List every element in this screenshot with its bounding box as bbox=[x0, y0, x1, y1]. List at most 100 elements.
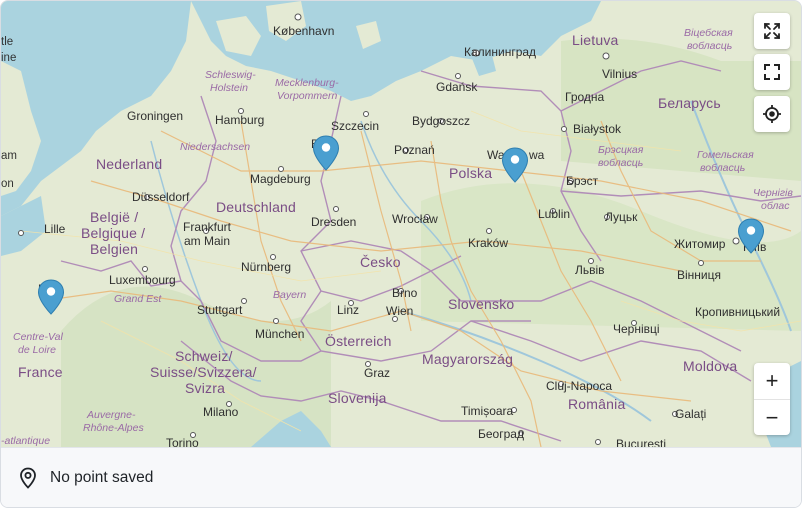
label-frankfurt-1: Frankfurt bbox=[183, 220, 232, 234]
marker-berlin[interactable] bbox=[312, 135, 340, 171]
map-view[interactable]: tle ine am on København Калининград Liet… bbox=[1, 1, 801, 447]
label-linz: Linz bbox=[337, 303, 360, 317]
label-gdansk: Gdańsk bbox=[436, 80, 478, 94]
map-widget: tle ine am on København Калининград Liet… bbox=[0, 0, 802, 508]
label-belgie-2: Belgique / bbox=[81, 225, 146, 241]
label-deutschland: Deutschland bbox=[216, 199, 297, 215]
fullscreen-icon bbox=[764, 64, 780, 80]
status-text: No point saved bbox=[50, 468, 154, 486]
label-romania: România bbox=[568, 396, 626, 412]
marker-kyiv[interactable] bbox=[737, 218, 765, 254]
label-magyarorszag: Magyarország bbox=[422, 351, 514, 367]
label-tle: tle bbox=[1, 36, 14, 48]
label-stuttgart: Stuttgart bbox=[197, 303, 243, 317]
label-dusseldorf: Düsseldorf bbox=[132, 190, 190, 204]
label-slovensko: Slovensko bbox=[448, 296, 515, 312]
label-schweiz-3: Svizra bbox=[185, 380, 226, 396]
label-schweiz-1: Schweiz/ bbox=[175, 348, 233, 364]
label-groningen: Groningen bbox=[127, 109, 184, 123]
label-frankfurt-2: am Main bbox=[184, 234, 231, 248]
label-kaliningrad: Калининград bbox=[464, 45, 537, 59]
label-grand-est: Grand Est bbox=[114, 293, 162, 305]
label-belgie-1: België / bbox=[90, 209, 139, 225]
label-lille: Lille bbox=[44, 222, 66, 236]
label-homiel-1: Гомельская bbox=[697, 149, 754, 161]
label-brno: Brno bbox=[392, 286, 418, 300]
label-graz: Graz bbox=[364, 366, 391, 380]
label-nurnberg: Nürnberg bbox=[241, 260, 292, 274]
label-vitsebskaya-1: Віцебская bbox=[684, 27, 733, 39]
label-brest: Брэст bbox=[566, 174, 599, 188]
label-schleswig-2: Holstein bbox=[210, 82, 248, 94]
label-szczecin: Szczecin bbox=[331, 119, 380, 133]
label-vinnytsia: Вінниця bbox=[677, 268, 721, 282]
fullscreen-button[interactable] bbox=[754, 54, 790, 90]
label-chernihiv-1: Чернігів bbox=[753, 187, 793, 199]
label-homiel-2: вобласць bbox=[700, 162, 746, 174]
label-torino: Torino bbox=[166, 436, 199, 447]
label-galati: Galați bbox=[675, 407, 707, 421]
label-schweiz-2: Suisse/Svizzera/ bbox=[150, 364, 257, 380]
label-chernivtsi: Чернівці bbox=[613, 322, 660, 336]
label-bucuresti: București bbox=[616, 437, 667, 447]
label-niedersachsen: Niedersachsen bbox=[180, 141, 251, 153]
label-polska: Polska bbox=[449, 165, 493, 181]
label-nederland: Nederland bbox=[96, 156, 163, 172]
locate-crosshair-icon bbox=[763, 105, 781, 123]
zoom-control: + − bbox=[754, 363, 790, 435]
label-centre-2: de Loire bbox=[18, 344, 56, 356]
status-bar: No point saved bbox=[1, 447, 801, 507]
label-zhytomyr: Житомир bbox=[674, 237, 726, 251]
label-osterreich: Österreich bbox=[325, 333, 392, 349]
label-dresden: Dresden bbox=[311, 215, 357, 229]
zoom-out-button[interactable]: − bbox=[754, 399, 790, 435]
label-vitsebskaya-2: вобласць bbox=[687, 40, 733, 52]
label-munchen: München bbox=[255, 327, 305, 341]
marker-paris[interactable] bbox=[37, 279, 65, 315]
label-belgie-3: Belgien bbox=[90, 241, 139, 257]
label-am: am bbox=[1, 150, 17, 162]
label-mecklenburg-1: Mecklenburg- bbox=[275, 77, 339, 89]
label-krakow: Kraków bbox=[468, 236, 509, 250]
label-slovenija: Slovenija bbox=[328, 390, 387, 406]
label-lutsk: Луцьк bbox=[605, 210, 638, 224]
label-bydgoszcz: Bydgoszcz bbox=[412, 114, 471, 128]
label-cluj: Cluj-Napoca bbox=[546, 379, 613, 393]
zoom-in-button[interactable]: + bbox=[754, 363, 790, 399]
label-wien: Wien bbox=[386, 304, 414, 318]
label-chernihiv-2: облас bbox=[761, 200, 790, 212]
label-cesko: Česko bbox=[360, 254, 401, 270]
label-lietuva: Lietuva bbox=[572, 32, 619, 48]
label-ine: ine bbox=[1, 52, 17, 64]
label-wroclaw: Wrocław bbox=[392, 212, 438, 226]
label-kropyvnytskyi: Кропивницький bbox=[695, 305, 781, 319]
label-timisoara: Timișoara bbox=[461, 404, 514, 418]
map-pin-icon bbox=[20, 467, 36, 489]
label-vilnius: Vilnius bbox=[602, 67, 638, 81]
expand-button[interactable] bbox=[754, 13, 790, 49]
label-beograd: Београд bbox=[478, 427, 524, 441]
label-auvergne-1: Auvergne- bbox=[87, 409, 136, 421]
label-belarus: Беларусь bbox=[658, 95, 721, 111]
label-moldova: Moldova bbox=[683, 358, 738, 374]
label-hamburg: Hamburg bbox=[215, 113, 265, 127]
label-poznan: Poznań bbox=[394, 143, 435, 157]
label-brest-region-1: Брэсцкая bbox=[598, 144, 644, 156]
label-brest-region-2: вобласць bbox=[598, 157, 644, 169]
label-on: on bbox=[1, 178, 14, 190]
marker-warszawa[interactable] bbox=[501, 147, 529, 183]
label-lublin: Lublin bbox=[538, 207, 571, 221]
label-mecklenburg-2: Vorpommern bbox=[277, 90, 338, 102]
label-bayern: Bayern bbox=[273, 289, 307, 301]
label-luxembourg: Luxembourg bbox=[109, 273, 176, 287]
locate-button[interactable] bbox=[754, 96, 790, 132]
label-milano: Milano bbox=[203, 405, 239, 419]
label-kobenhavn: København bbox=[273, 24, 335, 38]
label-schleswig-1: Schleswig- bbox=[205, 69, 256, 81]
label-warszawa-2: wa bbox=[529, 148, 545, 162]
label-bialystok: Białystok bbox=[573, 122, 622, 136]
label-atlantique: -atlantique bbox=[1, 435, 51, 447]
label-lviv: Львів bbox=[575, 263, 605, 277]
label-grodno: Гродна bbox=[565, 90, 605, 104]
label-auvergne-2: Rhône-Alpes bbox=[83, 422, 144, 434]
